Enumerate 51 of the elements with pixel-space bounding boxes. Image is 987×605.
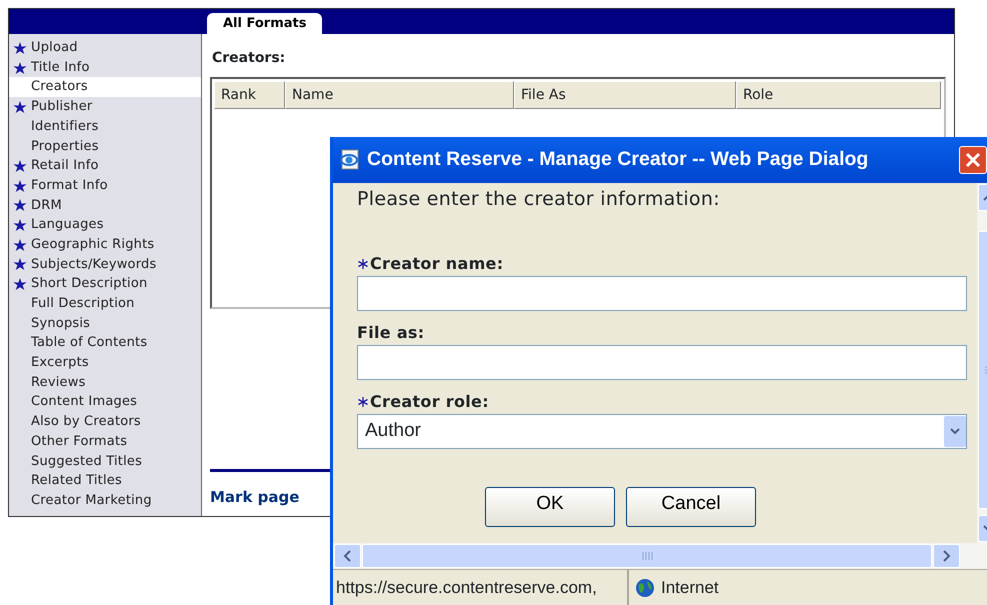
dialog-button[interactable]: OK (485, 486, 615, 526)
sidebar-item[interactable]: Properties (31, 136, 99, 156)
sidebar-item[interactable]: Reviews (31, 372, 86, 392)
column-header[interactable]: Role (736, 81, 941, 109)
sidebar-item[interactable]: DRM (31, 196, 62, 216)
horizontal-scrollbar[interactable] (333, 543, 987, 569)
globe-icon (635, 578, 655, 598)
sidebar-item[interactable]: Related Titles (31, 471, 122, 491)
sidebar-item[interactable]: Also by Creators (31, 412, 141, 432)
close-button[interactable] (959, 146, 987, 174)
sidebar-item[interactable]: Suggested Titles (31, 452, 142, 472)
field-label: File as: (357, 322, 424, 344)
sidebar-item[interactable]: Identifiers (31, 116, 99, 136)
grip-icon (640, 550, 654, 562)
sidebar-item[interactable]: Synopsis (31, 314, 90, 334)
field-label: Creator role: (370, 390, 489, 412)
section-title: Creators: (212, 49, 286, 68)
sidebar-item[interactable]: Format Info (31, 176, 108, 196)
column-header[interactable]: File As (514, 81, 736, 109)
sidebar-item[interactable]: Subjects/Keywords (31, 254, 156, 274)
sidebar-item[interactable]: Short Description (31, 274, 148, 294)
sidebar-item[interactable]: Upload (31, 38, 78, 58)
sidebar-item[interactable]: Publisher (31, 97, 92, 117)
dropdown[interactable]: Author (357, 414, 967, 448)
chevron-left-icon (343, 550, 352, 562)
input-field[interactable] (357, 276, 967, 310)
chevron-down-icon (949, 426, 961, 436)
dialog-button[interactable]: Cancel (626, 486, 756, 526)
sidebar-item[interactable]: Excerpts (31, 353, 89, 373)
input-field[interactable] (357, 344, 967, 380)
sidebar-item[interactable]: Languages (31, 215, 104, 235)
column-header[interactable]: Name (285, 81, 514, 109)
column-header[interactable]: Rank (214, 81, 285, 109)
field-label: Creator name: (370, 252, 504, 274)
close-icon (964, 151, 982, 169)
sidebar-item[interactable]: Title Info (31, 58, 90, 78)
sidebar-item[interactable]: Creator Marketing (31, 490, 152, 510)
prompt-text: Please enter the creator information: (357, 187, 721, 212)
sidebar-item[interactable]: Geographic Rights (31, 234, 154, 254)
chevron-right-icon (942, 550, 951, 562)
window-title: Content Reserve - Manage Creator -- Web Page Dialog (367, 147, 868, 172)
status-url: https://secure.contentreserve.com, (336, 576, 597, 599)
sidebar-item[interactable]: Other Formats (31, 432, 128, 452)
sidebar-item-highlight[interactable]: Creators (9, 77, 201, 98)
sidebar-item[interactable]: Table of Contents (31, 333, 148, 353)
sidebar-item[interactable]: Content Images (31, 392, 138, 412)
browser-page-icon (339, 149, 361, 171)
sidebar-item[interactable]: Retail Info (31, 156, 99, 176)
sidebar-item[interactable]: Full Description (31, 294, 135, 314)
tab[interactable]: All Formats (207, 13, 322, 34)
status-zone: Internet (661, 576, 719, 599)
